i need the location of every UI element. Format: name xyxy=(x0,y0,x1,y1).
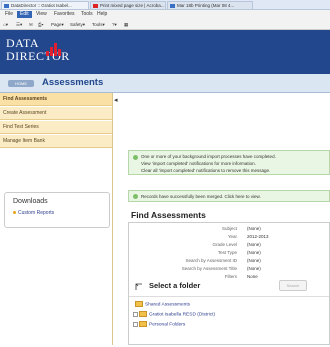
assessment-id-label: Search by Assessment ID xyxy=(185,258,237,263)
section-nav: HOME Assessments xyxy=(0,74,330,93)
browser-tab-bar: DataDirector :: Gratiot Isabel... Print … xyxy=(0,0,330,10)
folder-icon xyxy=(139,321,147,327)
print-icon[interactable]: ⎙▾ xyxy=(38,21,44,28)
downloads-panel: Downloads Custom Reports xyxy=(4,192,110,228)
arrow-up-left-icon xyxy=(135,283,142,290)
home-icon[interactable]: ⌂▾ xyxy=(3,21,8,28)
folder-shared-assessments[interactable]: Shared Assessments xyxy=(135,301,190,307)
clear-notifications-link[interactable]: Clear all 'import completed' notificatio… xyxy=(141,168,270,173)
command-toolbar: ⌂▾ ☰▾ ✉ ⎙▾ Page▾ Safety▾ Tools▾ ?▾ ▦ xyxy=(0,19,330,30)
browser-tab[interactable]: Print mixed page size | Acroba... xyxy=(90,1,166,9)
page-icon xyxy=(170,4,175,8)
mail-icon[interactable]: ✉ xyxy=(29,21,33,28)
logo-bars-icon xyxy=(46,42,62,56)
research-icon[interactable]: ▦ xyxy=(124,21,128,28)
safety-menu[interactable]: Safety▾ xyxy=(70,21,85,28)
grade-level-value[interactable]: (None) xyxy=(247,242,261,247)
tab-label: DataDirector :: Gratiot Isabel... xyxy=(11,3,72,8)
menu-bar: File Edit View Favorites Tools Help xyxy=(0,10,330,19)
custom-reports-link[interactable]: Custom Reports xyxy=(13,210,54,216)
menu-edit[interactable]: Edit xyxy=(17,11,32,18)
bullet-icon xyxy=(13,211,16,214)
filters-label: Filters xyxy=(224,274,237,279)
menu-favorites[interactable]: Favorites xyxy=(51,11,78,18)
menu-help[interactable]: Help xyxy=(94,11,110,18)
tools-menu[interactable]: Tools▾ xyxy=(92,21,105,28)
menu-file[interactable]: File xyxy=(2,11,16,18)
folder-personal[interactable]: Personal Folders xyxy=(133,321,185,327)
view-notifications-link[interactable]: View 'import completed' notifications fo… xyxy=(141,161,256,166)
find-assessments-form: Subject (None) Year 2012-2013 Grade Leve… xyxy=(128,222,330,345)
sidebar-item-find-test-series[interactable]: Find Test Series xyxy=(0,121,112,134)
browser-tab[interactable]: Mar 18b Printing (Mar 08 4... xyxy=(167,1,253,9)
merge-notice-link[interactable]: Records have successfully been merged. C… xyxy=(141,194,261,199)
filters-value[interactable]: None xyxy=(247,274,258,279)
tab-label: Print mixed page size | Acroba... xyxy=(100,3,165,8)
expand-icon[interactable] xyxy=(133,311,138,317)
background-import-notice: One or more of your background import pr… xyxy=(128,150,330,175)
pdf-icon xyxy=(93,4,98,8)
collapse-sidebar-icon[interactable]: ◂ xyxy=(114,96,118,104)
browser-tab[interactable]: DataDirector :: Gratiot Isabel... xyxy=(1,1,89,9)
page-icon xyxy=(4,4,9,8)
assessment-title-value[interactable]: (None) xyxy=(247,266,261,271)
feeds-icon[interactable]: ☰▾ xyxy=(16,21,22,28)
info-icon xyxy=(133,194,138,199)
expand-icon[interactable] xyxy=(133,321,138,327)
page-title: Assessments xyxy=(42,77,104,88)
year-value[interactable]: 2012-2013 xyxy=(247,234,269,239)
test-type-label: Test Type xyxy=(217,250,237,255)
home-button[interactable]: HOME xyxy=(8,80,34,87)
folder-icon xyxy=(135,301,143,307)
menu-view[interactable]: View xyxy=(33,11,50,18)
tab-label: Mar 18b Printing (Mar 08 4... xyxy=(177,3,235,8)
notice-text: One or more of your background import pr… xyxy=(141,154,276,159)
folder-district[interactable]: Gratiot Isabella RESD (District) xyxy=(133,311,215,317)
find-assessments-title: Find Assessments xyxy=(131,210,206,220)
app-header: Data Director xyxy=(0,30,330,74)
select-folder-label: Select a folder xyxy=(149,281,201,290)
info-icon xyxy=(133,155,138,160)
year-label: Year xyxy=(227,234,237,239)
sidebar-item-manage-item-bank[interactable]: Manage Item Bank xyxy=(0,135,112,148)
grade-level-label: Grade Level xyxy=(212,242,237,247)
assessment-id-value[interactable]: (None) xyxy=(247,258,261,263)
downloads-title: Downloads xyxy=(13,198,48,205)
folder-icon xyxy=(139,311,147,317)
subject-value[interactable]: (None) xyxy=(247,226,261,231)
search-button[interactable]: Search xyxy=(279,280,307,291)
merge-notice: Records have successfully been merged. C… xyxy=(128,190,330,202)
sidebar-item-create-assessment[interactable]: Create Assessment xyxy=(0,107,112,120)
assessment-title-label: Search by Assessment Title xyxy=(181,266,237,271)
help-icon[interactable]: ?▾ xyxy=(112,21,117,28)
subject-label: Subject xyxy=(221,226,237,231)
page-menu[interactable]: Page▾ xyxy=(51,21,64,28)
folder-tree: Shared Assessments Gratiot Isabella RESD… xyxy=(129,296,329,347)
test-type-value[interactable]: (None) xyxy=(247,250,261,255)
sidebar-item-find-assessments[interactable]: Find Assessments xyxy=(0,93,112,106)
